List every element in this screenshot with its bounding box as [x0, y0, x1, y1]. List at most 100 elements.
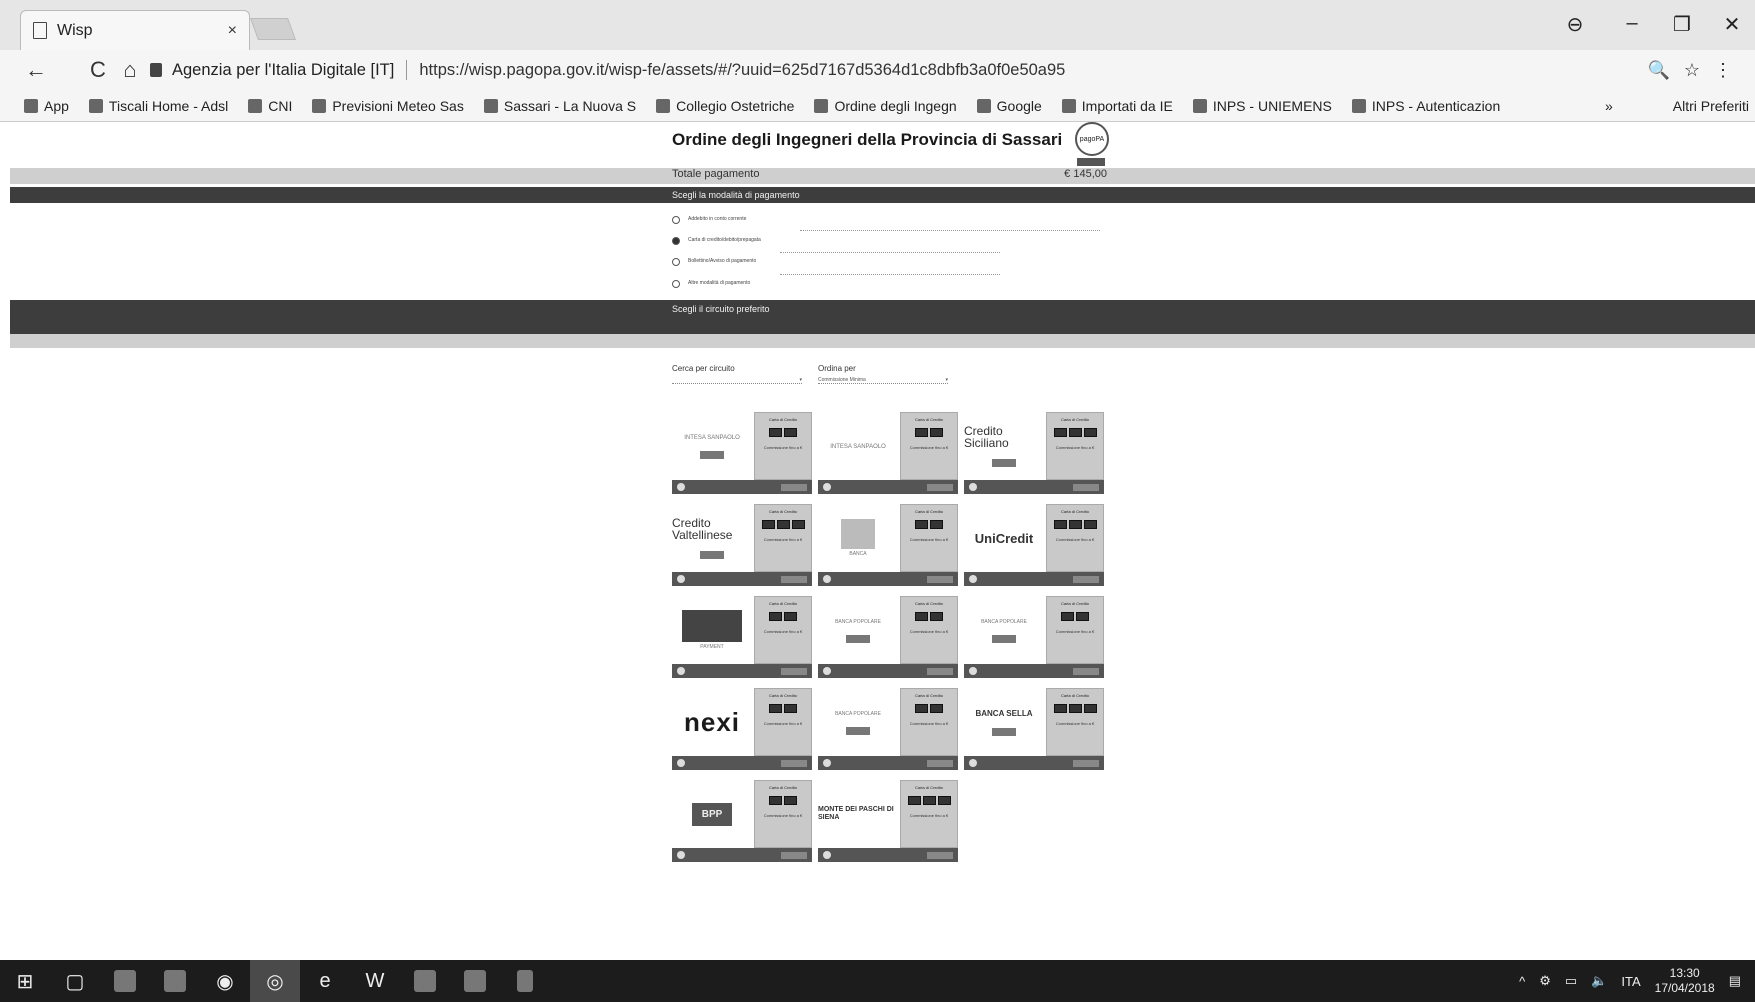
method-option-bollettino[interactable]: Bollettino/Avviso di pagamento: [672, 258, 756, 266]
chevron-up-icon[interactable]: ^: [1519, 974, 1525, 989]
radio-button[interactable]: [672, 216, 680, 224]
info-icon[interactable]: [969, 483, 977, 491]
bookmark-tiscali[interactable]: Tiscali Home - Adsl: [88, 98, 228, 114]
bookmark-ostetriche[interactable]: Collegio Ostetriche: [656, 98, 794, 114]
bookmark-ingegneri[interactable]: Ordine degli Ingegn: [814, 98, 957, 114]
select-button[interactable]: [927, 759, 953, 767]
info-icon[interactable]: [823, 851, 831, 859]
radio-button[interactable]: [672, 258, 680, 266]
new-tab-button[interactable]: [249, 18, 297, 40]
order-select[interactable]: Commissione Minima ▾: [818, 377, 948, 384]
order-filter[interactable]: Ordina per Commissione Minima ▾: [818, 364, 948, 384]
minimize-button[interactable]: –: [1612, 12, 1652, 35]
internet-explorer-icon[interactable]: e: [300, 960, 350, 1002]
bookmark-importati[interactable]: Importati da IE: [1061, 98, 1173, 114]
info-icon[interactable]: [969, 575, 977, 583]
omnibox[interactable]: Agenzia per l'Italia Digitale [IT] https…: [150, 55, 1740, 85]
select-button[interactable]: [927, 575, 953, 583]
provider-card[interactable]: MONTE DEI PASCHI DI SIENA Carta di Credi…: [818, 780, 958, 864]
info-icon[interactable]: [823, 667, 831, 675]
provider-card[interactable]: INTESA SANPAOLO Carta di Credito Commissi…: [818, 412, 958, 496]
back-icon[interactable]: ←: [20, 57, 52, 83]
bookmark-inps-auth[interactable]: INPS - Autenticazion: [1351, 98, 1500, 114]
clock[interactable]: 13:30 17/04/2018: [1655, 966, 1715, 996]
info-icon[interactable]: [677, 667, 685, 675]
maximize-button[interactable]: ❐: [1662, 12, 1702, 37]
home-icon[interactable]: ⌂: [114, 57, 146, 83]
input-language[interactable]: ITA: [1621, 974, 1640, 989]
info-icon[interactable]: [677, 759, 685, 767]
browser-tab[interactable]: Wisp ×: [20, 10, 250, 50]
method-option-carta[interactable]: Carta di credito/debito/prepagata: [672, 237, 761, 245]
info-icon[interactable]: [677, 483, 685, 491]
bookmark-inps-uniemens[interactable]: INPS - UNIEMENS: [1192, 98, 1332, 114]
info-icon[interactable]: [677, 575, 685, 583]
chrome-icon[interactable]: ◎: [250, 960, 300, 1002]
network-icon[interactable]: ▭: [1565, 973, 1577, 989]
file-explorer-icon[interactable]: [100, 960, 150, 1002]
info-icon[interactable]: [823, 575, 831, 583]
provider-card[interactable]: BANCA POPOLARE Carta di Credito Commissio…: [964, 596, 1104, 680]
select-button[interactable]: [927, 483, 953, 491]
app-icon[interactable]: [450, 960, 500, 1002]
url-text[interactable]: https://wisp.pagopa.gov.it/wisp-fe/asset…: [419, 61, 1065, 80]
select-button[interactable]: [1073, 483, 1099, 491]
firefox-icon[interactable]: ◉: [200, 960, 250, 1002]
search-circuit-select[interactable]: ▾: [672, 377, 802, 384]
other-bookmarks[interactable]: Altri Preferiti: [1673, 98, 1749, 114]
select-button[interactable]: [781, 851, 807, 859]
provider-card[interactable]: BANCA SELLA Carta di Credito Commissione …: [964, 688, 1104, 772]
method-option-altre[interactable]: Altre modalità di pagamento: [672, 280, 750, 288]
radio-button-selected[interactable]: [672, 237, 680, 245]
provider-card[interactable]: nexi Carta di Credito Commissione fino a …: [672, 688, 812, 772]
select-button[interactable]: [1073, 759, 1099, 767]
select-button[interactable]: [781, 575, 807, 583]
provider-card[interactable]: BANCA POPOLARE Carta di Credito Commissio…: [818, 688, 958, 772]
provider-card[interactable]: PAYMENT Carta di Credito Commissione fino…: [672, 596, 812, 680]
notification-icon[interactable]: ▤: [1729, 973, 1741, 989]
provider-card[interactable]: BPP Carta di Credito Commissione fino a €: [672, 780, 812, 864]
info-icon[interactable]: [823, 483, 831, 491]
document-app-icon[interactable]: [500, 960, 550, 1002]
bookmark-meteo[interactable]: Previsioni Meteo Sas: [312, 98, 464, 114]
bookmark-nuova-sardegna[interactable]: Sassari - La Nuova S: [483, 98, 636, 114]
provider-card[interactable]: Credito Valtellinese Carta di Credito Com…: [672, 504, 812, 588]
select-button[interactable]: [1073, 667, 1099, 675]
bookmark-google[interactable]: Google: [976, 98, 1042, 114]
provider-card[interactable]: INTESA SANPAOLO Carta di Credito Commissi…: [672, 412, 812, 496]
info-icon[interactable]: [823, 759, 831, 767]
info-icon[interactable]: [969, 759, 977, 767]
windows-start-icon[interactable]: ⊞: [0, 960, 50, 1002]
app-icon[interactable]: [400, 960, 450, 1002]
provider-card[interactable]: UniCredit Carta di Credito Commissione fi…: [964, 504, 1104, 588]
select-button[interactable]: [781, 667, 807, 675]
star-icon[interactable]: ☆: [1684, 60, 1700, 81]
tab-close-icon[interactable]: ×: [228, 22, 237, 40]
task-view-icon[interactable]: ▢: [50, 960, 100, 1002]
provider-card[interactable]: Credito Siciliano Carta di Credito Commis…: [964, 412, 1104, 496]
menu-icon[interactable]: ⋮: [1714, 60, 1732, 81]
search-circuit-filter[interactable]: Cerca per circuito ▾: [672, 364, 802, 384]
select-button[interactable]: [781, 759, 807, 767]
settings-icon[interactable]: ⚙: [1539, 973, 1551, 989]
word-icon[interactable]: W: [350, 960, 400, 1002]
radio-button[interactable]: [672, 280, 680, 288]
info-icon[interactable]: [677, 851, 685, 859]
zoom-icon[interactable]: 🔍: [1647, 60, 1669, 81]
method-option-conto[interactable]: Addebito in conto corrente: [672, 216, 746, 224]
reload-icon[interactable]: C: [82, 57, 114, 83]
media-app-icon[interactable]: [150, 960, 200, 1002]
volume-icon[interactable]: 🔈: [1591, 973, 1607, 989]
bookmark-cni[interactable]: CNI: [248, 98, 292, 114]
close-window-button[interactable]: ✕: [1712, 12, 1752, 37]
bookmark-app[interactable]: App: [24, 98, 69, 114]
account-icon[interactable]: ⊖: [1555, 12, 1595, 37]
select-button[interactable]: [927, 667, 953, 675]
select-button[interactable]: [927, 851, 953, 859]
provider-card[interactable]: BANCA POPOLARE Carta di Credito Commissio…: [818, 596, 958, 680]
select-button[interactable]: [1073, 575, 1099, 583]
bookmarks-more-button[interactable]: »: [1605, 98, 1613, 114]
provider-card[interactable]: BANCA Carta di Credito Commissione fino a…: [818, 504, 958, 588]
select-button[interactable]: [781, 483, 807, 491]
info-icon[interactable]: [969, 667, 977, 675]
